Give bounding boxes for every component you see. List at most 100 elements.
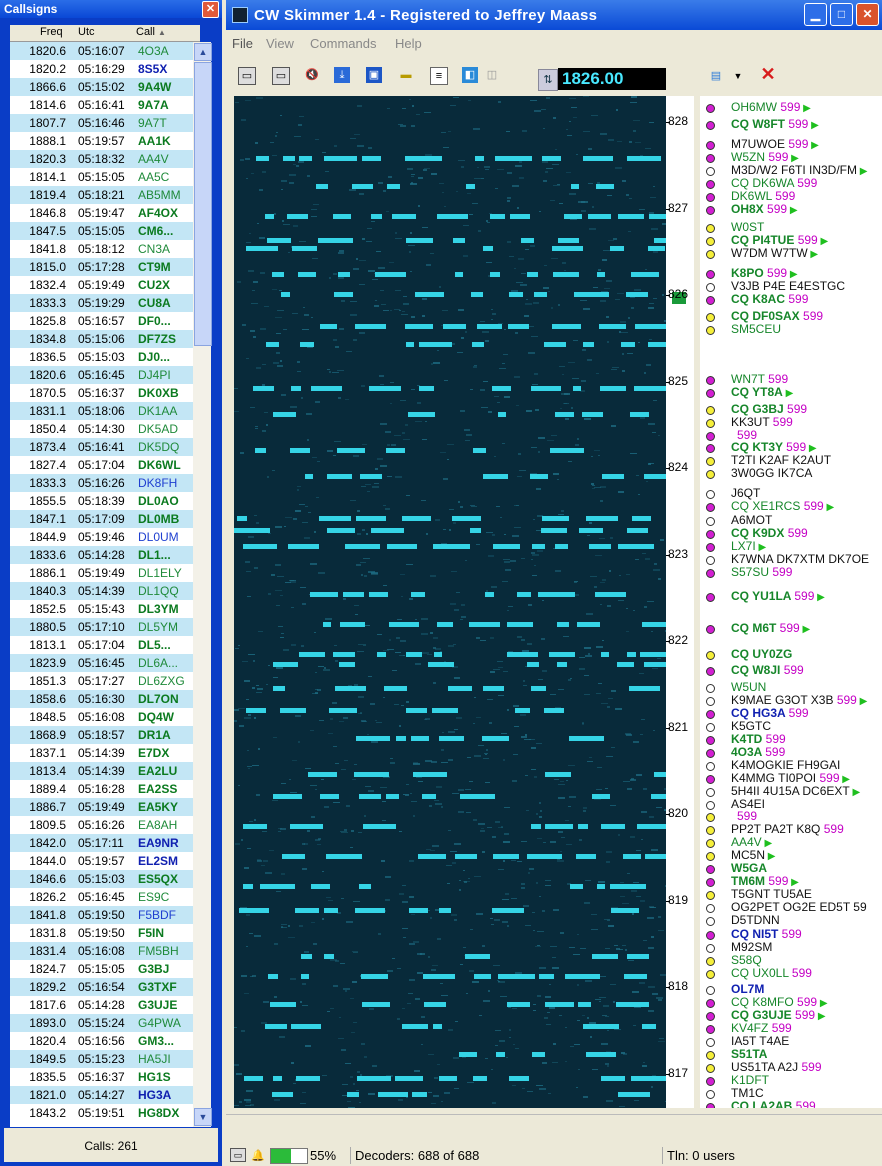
spot-marker-icon[interactable] <box>706 167 715 176</box>
callsign-row[interactable]: 1820.2 05:16:29 8S5X <box>10 60 193 78</box>
column-header-call[interactable]: Call ▲ <box>136 26 166 38</box>
spot-marker-icon[interactable] <box>706 457 715 466</box>
spot-label[interactable]: D5TDNN <box>731 914 780 927</box>
spot-marker-icon[interactable] <box>706 517 715 526</box>
callsign-row[interactable]: 1850.4 05:14:30 DK5AD <box>10 420 193 438</box>
callsign-row[interactable]: 1817.6 05:14:28 G3UJE <box>10 996 193 1014</box>
spot-marker-icon[interactable] <box>706 852 715 861</box>
spot-label[interactable]: CQ K8AC 599 <box>731 293 808 306</box>
spot-marker-icon[interactable] <box>706 1103 715 1108</box>
callsign-row[interactable]: 1831.8 05:19:50 F5IN <box>10 924 193 942</box>
callsign-row[interactable]: 1858.6 05:16:30 DL7ON <box>10 690 193 708</box>
callsign-row[interactable]: 1842.0 05:17:11 EA9NR <box>10 834 193 852</box>
spot-marker-icon[interactable] <box>706 878 715 887</box>
clear-spots-icon[interactable]: ✕ <box>760 65 776 83</box>
callsign-row[interactable]: 1868.9 05:18:57 DR1A <box>10 726 193 744</box>
callsign-row[interactable]: 1809.5 05:16:26 EA8AH <box>10 816 193 834</box>
callsign-row[interactable]: 1807.7 05:16:46 9A7T <box>10 114 193 132</box>
close-icon[interactable]: ✕ <box>202 1 219 18</box>
spot-marker-icon[interactable] <box>706 193 715 202</box>
callsign-row[interactable]: 1814.6 05:16:41 9A7A <box>10 96 193 114</box>
spot-marker-icon[interactable] <box>706 684 715 693</box>
scroll-thumb[interactable] <box>194 62 212 346</box>
spot-marker-icon[interactable] <box>706 180 715 189</box>
callsign-row[interactable]: 1824.7 05:15:05 G3BJ <box>10 960 193 978</box>
callsign-row[interactable]: 1814.1 05:15:05 AA5C <box>10 168 193 186</box>
spot-label[interactable]: CQ UY0ZG <box>731 648 792 661</box>
menu-file[interactable]: File <box>232 36 253 51</box>
callsign-row[interactable]: 1823.9 05:16:45 DL6A... <box>10 654 193 672</box>
callsign-row[interactable]: 1820.4 05:16:56 GM3... <box>10 1032 193 1050</box>
spot-label[interactable]: W7DM W7TW ▶ <box>731 247 818 261</box>
spot-label[interactable]: S57SU 599 <box>731 566 792 579</box>
frequency-scale[interactable]: 828 827 826 825 824 823 822 821 820 819 818 817 <box>666 96 694 1108</box>
minimize-icon[interactable]: ▁ <box>804 3 827 26</box>
spot-marker-icon[interactable] <box>706 904 715 913</box>
callsign-row[interactable]: 1889.4 05:16:28 EA2SS <box>10 780 193 798</box>
spot-marker-icon[interactable] <box>706 121 715 130</box>
callsign-row[interactable]: 1873.4 05:16:41 DK5DQ <box>10 438 193 456</box>
callsign-row[interactable]: 1841.8 05:19:50 F5BDF <box>10 906 193 924</box>
spot-marker-icon[interactable] <box>706 749 715 758</box>
spot-marker-icon[interactable] <box>706 625 715 634</box>
spot-label[interactable]: CQ XE1RCS 599 ▶ <box>731 500 834 514</box>
callsign-row[interactable]: 1820.3 05:18:32 AA4V <box>10 150 193 168</box>
menu-help[interactable]: Help <box>395 36 422 51</box>
spot-marker-icon[interactable] <box>706 1012 715 1021</box>
callsign-row[interactable]: 1846.8 05:19:47 AF4OX <box>10 204 193 222</box>
waterfall-display[interactable] <box>234 96 666 1108</box>
spot-label[interactable]: CQ M6T 599 ▶ <box>731 622 810 636</box>
spot-marker-icon[interactable] <box>706 944 715 953</box>
callsign-row[interactable]: 1893.0 05:15:24 G4PWA <box>10 1014 193 1032</box>
swap-arrows-icon[interactable]: ⇅ <box>538 69 558 91</box>
callsign-row[interactable]: 1843.2 05:19:51 HG8DX <box>10 1104 193 1122</box>
ruler-icon[interactable]: ▬ <box>398 67 414 83</box>
spot-marker-icon[interactable] <box>706 389 715 398</box>
spot-marker-icon[interactable] <box>706 788 715 797</box>
spot-marker-icon[interactable] <box>706 206 715 215</box>
spot-marker-icon[interactable] <box>706 490 715 499</box>
callsign-row[interactable]: 1886.1 05:19:49 DL1ELY <box>10 564 193 582</box>
callsign-row[interactable]: 1836.5 05:15:03 DJ0... <box>10 348 193 366</box>
callsign-row[interactable]: 1849.5 05:15:23 HA5JI <box>10 1050 193 1068</box>
radio-icon[interactable]: ▭ <box>238 67 256 85</box>
spot-marker-icon[interactable] <box>706 723 715 732</box>
spot-marker-icon[interactable] <box>706 931 715 940</box>
spot-label[interactable]: OH8X 599 ▶ <box>731 203 798 217</box>
callsign-row[interactable]: 1844.9 05:19:46 DL0UM <box>10 528 193 546</box>
callsign-row[interactable]: 1831.1 05:18:06 DK1AA <box>10 402 193 420</box>
callsigns-title-bar[interactable]: Callsigns ✕ <box>0 0 222 18</box>
chevron-down-icon[interactable]: ▼ <box>730 68 746 84</box>
callsign-row[interactable]: 1846.6 05:15:03 ES5QX <box>10 870 193 888</box>
callsign-row[interactable]: 1851.3 05:17:27 DL6ZXG <box>10 672 193 690</box>
main-title-bar[interactable]: CW Skimmer 1.4 - Registered to Jeffrey M… <box>226 0 882 30</box>
spot-marker-icon[interactable] <box>706 1077 715 1086</box>
callsign-row[interactable]: 1886.7 05:19:49 EA5KY <box>10 798 193 816</box>
window-icon[interactable]: ◧ <box>462 67 478 83</box>
spot-label[interactable]: CQ LA2AB 599 <box>731 1100 816 1109</box>
spot-marker-icon[interactable] <box>706 141 715 150</box>
spot-marker-icon[interactable] <box>706 1064 715 1073</box>
spot-marker-icon[interactable] <box>706 970 715 979</box>
spot-marker-icon[interactable] <box>706 1051 715 1060</box>
callsign-row[interactable]: 1888.1 05:19:57 AA1K <box>10 132 193 150</box>
callsign-row[interactable]: 1834.8 05:15:06 DF7ZS <box>10 330 193 348</box>
callsign-row[interactable]: 1829.2 05:16:54 G3TXF <box>10 978 193 996</box>
spot-marker-icon[interactable] <box>706 697 715 706</box>
spot-marker-icon[interactable] <box>706 986 715 995</box>
callsign-row[interactable]: 1835.5 05:16:37 HG1S <box>10 1068 193 1086</box>
spot-marker-icon[interactable] <box>706 736 715 745</box>
callsign-row[interactable]: 1837.1 05:14:39 E7DX <box>10 744 193 762</box>
spot-marker-icon[interactable] <box>706 569 715 578</box>
callsign-row[interactable]: 1847.5 05:15:05 CM6... <box>10 222 193 240</box>
callsign-row[interactable]: 1813.4 05:14:39 EA2LU <box>10 762 193 780</box>
callsign-row[interactable]: 1820.6 05:16:45 DJ4PI <box>10 366 193 384</box>
spot-marker-icon[interactable] <box>706 503 715 512</box>
soundcard-icon[interactable]: ▭ <box>272 67 290 85</box>
spot-marker-icon[interactable] <box>706 419 715 428</box>
spot-marker-icon[interactable] <box>706 710 715 719</box>
callsign-row[interactable]: 1844.0 05:19:57 EL2SM <box>10 852 193 870</box>
spot-marker-icon[interactable] <box>706 826 715 835</box>
callsign-row[interactable]: 1815.0 05:17:28 CT9M <box>10 258 193 276</box>
callsign-row[interactable]: 1841.8 05:18:12 CN3A <box>10 240 193 258</box>
